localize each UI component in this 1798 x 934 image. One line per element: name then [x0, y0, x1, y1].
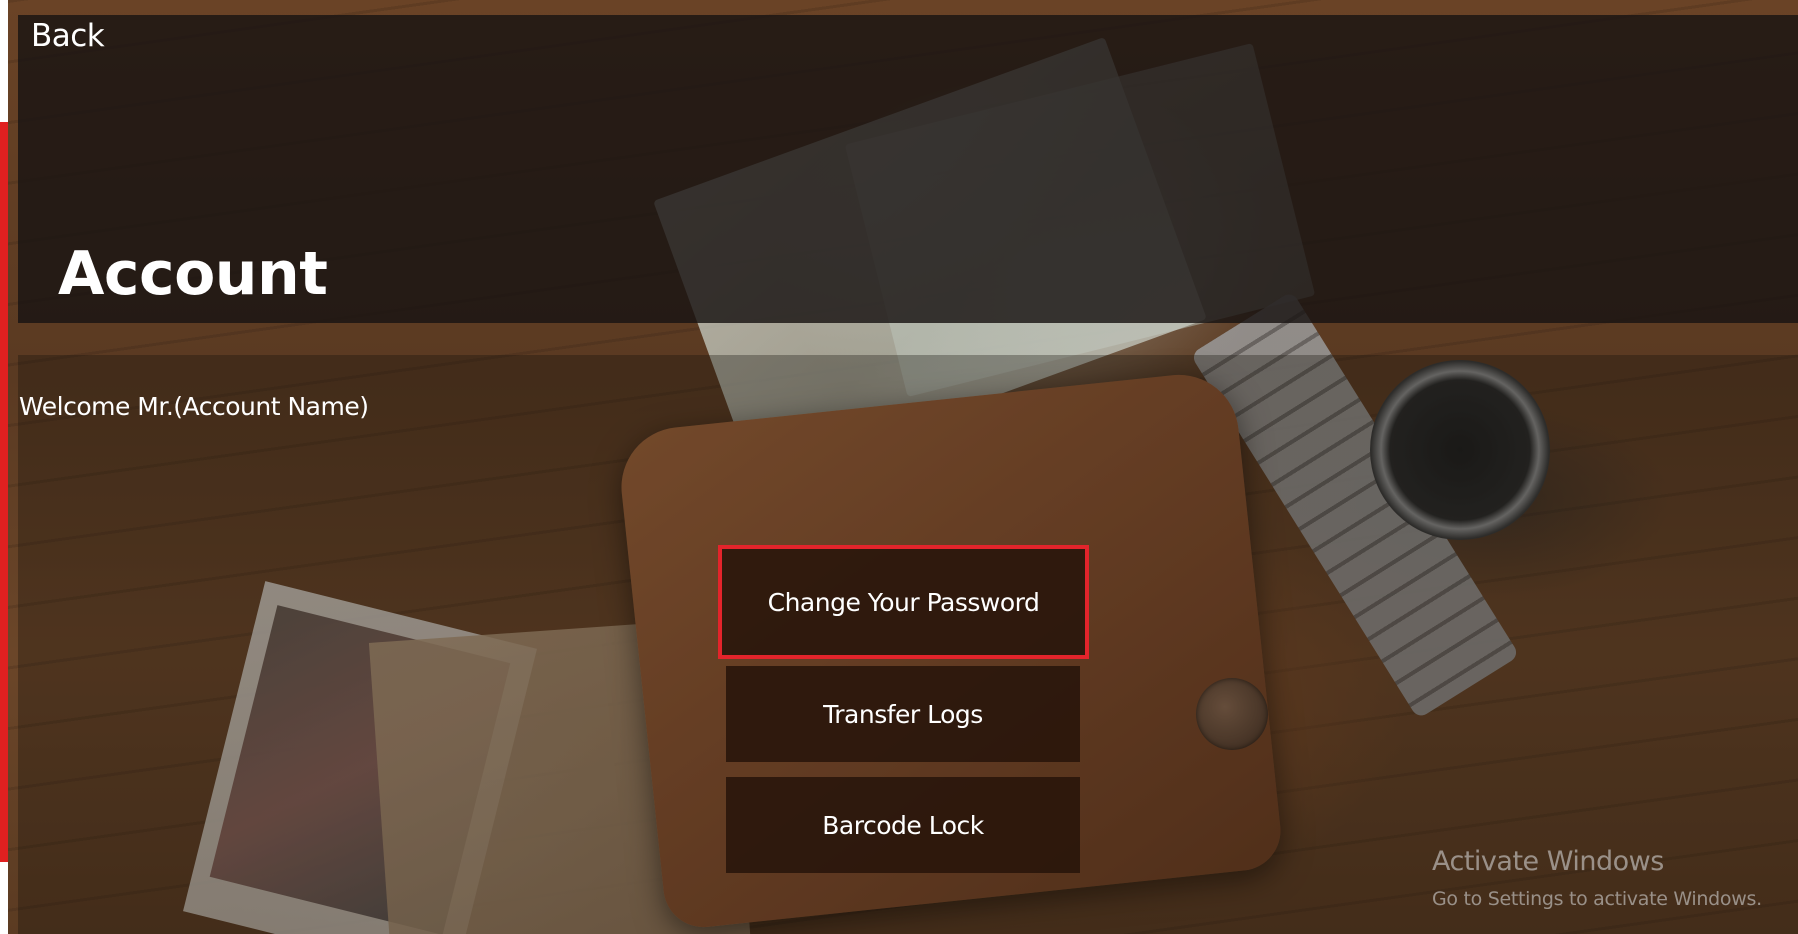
app-window: Back Account Welcome Mr.(Account Name) C…: [0, 0, 1798, 934]
activate-windows-title: Activate Windows: [1432, 846, 1664, 877]
page-title: Account: [58, 239, 328, 309]
welcome-text: Welcome Mr.(Account Name): [19, 392, 369, 421]
change-password-button[interactable]: Change Your Password: [718, 545, 1089, 659]
transfer-logs-button[interactable]: Transfer Logs: [726, 666, 1080, 762]
back-button[interactable]: Back: [31, 18, 105, 54]
barcode-lock-button[interactable]: Barcode Lock: [726, 777, 1080, 873]
activate-windows-subtitle: Go to Settings to activate Windows.: [1432, 888, 1762, 910]
left-accent-bar: [0, 122, 8, 862]
